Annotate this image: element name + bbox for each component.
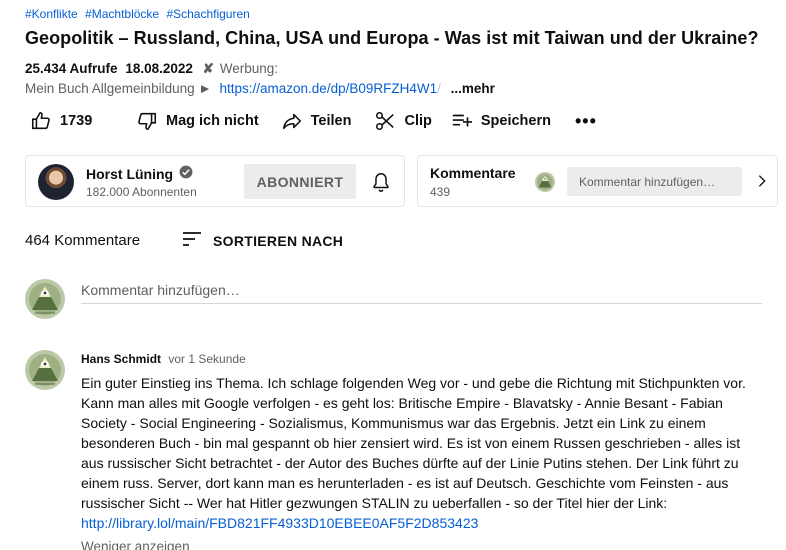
hashtag-link[interactable]: #Konflikte [25,7,78,21]
channel-name-row[interactable]: Horst Lüning [86,165,193,182]
action-bar: 1739 Mag ich nicht Teilen Clip Speichern… [30,108,597,134]
eye-pyramid-avatar [25,279,65,319]
dislike-icon [136,110,158,132]
verified-icon [179,165,193,182]
video-title: Geopolitik – Russland, China, USA und Eu… [25,28,759,48]
ad-label: Werbung: [219,61,279,76]
comment-text-line: besonderen Buch - bin mal gespannt ob hi… [81,435,741,451]
comment-text-line: Ein guter Einstieg ins Thema. Ich schlag… [81,375,746,391]
comment-text-line: Society - Social Engineering - Sozialism… [81,415,706,431]
share-icon [281,110,303,132]
comment-header: Hans Schmidt vor 1 Sekunde [81,352,246,366]
show-less-button[interactable]: Weniger anzeigen [81,539,190,550]
upload-date: 18.08.2022 [125,61,193,76]
channel-name: Horst Lüning [86,165,174,182]
channel-card: Horst Lüning 182.000 Abonnenten ABONNIER… [25,155,405,207]
comment-text-line: aus russischer Sicht betrachtet - der Au… [81,455,739,471]
channel-avatar[interactable] [38,164,74,200]
eye-pyramid-avatar[interactable] [25,350,65,390]
save-label: Speichern [480,113,551,129]
hashtag-link[interactable]: #Machtblöcke [85,7,159,21]
description-link-text: https://amazon.de/dp/B09RFZH4W1 [219,81,438,96]
chevron-right-icon[interactable] [754,173,770,194]
comments-teaser[interactable]: Kommentare 439 Kommentar hinzufügen… [417,155,778,207]
sort-button[interactable]: SORTIEREN NACH [182,230,343,251]
comments-count-title: 464 Kommentare [25,232,141,249]
comment-link[interactable]: http://library.lol/main/FBD821FF4933D10E… [81,513,478,533]
description-prefix: Mein Buch Allgemeinbildung ► [25,81,212,96]
save-button[interactable]: Speichern [451,108,551,134]
comment-text-line: Kann man alles mit Google verfolgen - es… [81,395,723,411]
bell-icon[interactable] [370,171,392,198]
description-snippet[interactable]: Mein Buch Allgemeinbildung ► https://ama… [25,81,495,96]
description-link-fade: / [437,81,441,96]
clip-label: Clip [404,113,432,129]
add-comment-input[interactable]: Kommentar hinzufügen… [81,280,762,304]
comment-author[interactable]: Hans Schmidt [81,352,161,366]
share-button[interactable]: Teilen [281,108,352,134]
show-more-button[interactable]: ...mehr [451,81,495,96]
comment-text-line: einem russ. Server, dort kann man es her… [81,475,729,491]
share-label: Teilen [310,113,352,129]
hashtag-row: #Konflikte #Machtblöcke #Schachfiguren [25,7,254,21]
comments-teaser-count: 439 [430,185,451,199]
sort-icon [182,230,202,251]
sort-label: SORTIEREN NACH [213,232,344,249]
subscribe-button[interactable]: ABONNIERT [244,164,356,199]
description-link[interactable]: https://amazon.de/dp/B09RFZH4W1/ [220,81,441,96]
eye-pyramid-avatar [535,172,555,192]
comments-teaser-input[interactable]: Kommentar hinzufügen… [567,167,742,196]
like-icon [30,110,52,132]
hashtag-link[interactable]: #Schachfiguren [166,7,249,21]
comment-text-line: russischer Sicht -- Wer hat Hitler gezwu… [81,495,668,511]
video-meta: 25.434 Aufrufe 18.08.2022 ✘ Werbung: [25,61,278,77]
dislike-button[interactable]: Mag ich nicht [136,108,259,134]
dislike-label: Mag ich nicht [166,113,259,129]
comment-timestamp[interactable]: vor 1 Sekunde [168,352,245,366]
clip-button[interactable]: Clip [374,108,432,134]
more-icon[interactable]: ••• [575,108,597,134]
cross-icon: ✘ [202,61,214,76]
like-button[interactable]: 1739 [30,108,114,134]
subscriber-count: 182.000 Abonnenten [86,185,197,199]
scissors-icon [374,110,396,132]
comments-teaser-title: Kommentare [430,165,516,181]
view-count: 25.434 Aufrufe [25,61,118,76]
like-count: 1739 [60,113,93,129]
playlist-add-icon [451,110,473,132]
